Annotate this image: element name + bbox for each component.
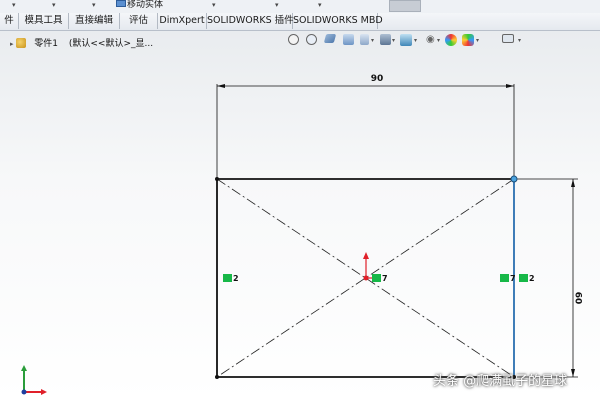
relation-marker-right-a[interactable]: 7: [500, 274, 516, 283]
relation-marker-left[interactable]: 2: [223, 274, 239, 283]
sketch-point[interactable]: [215, 177, 219, 181]
sketch-canvas[interactable]: [0, 0, 600, 400]
triad-arrow-icon: [41, 389, 47, 395]
relation-icon: [372, 274, 381, 282]
arrowhead-icon: [571, 369, 575, 377]
relation-icon: [500, 274, 509, 282]
relation-icon: [223, 274, 232, 282]
triad-z-axis: [21, 389, 27, 395]
relation-marker-center[interactable]: 7: [372, 274, 388, 283]
watermark: 头条 @爬满虱子的星球: [433, 374, 568, 389]
arrowhead-icon: [571, 179, 575, 187]
relation-marker-right-b[interactable]: 2: [519, 274, 535, 283]
sketch-point-selected[interactable]: [510, 175, 518, 183]
sketch-point[interactable]: [215, 375, 219, 379]
dimension-horizontal-value[interactable]: 90: [365, 74, 389, 84]
sketch-origin[interactable]: [363, 275, 369, 281]
origin-arrow-icon: [363, 252, 369, 259]
dimension-vertical-value[interactable]: 60: [572, 292, 582, 305]
arrowhead-icon: [506, 84, 514, 88]
relation-icon: [519, 274, 528, 282]
triad-arrow-icon: [21, 365, 27, 371]
arrowhead-icon: [217, 84, 225, 88]
